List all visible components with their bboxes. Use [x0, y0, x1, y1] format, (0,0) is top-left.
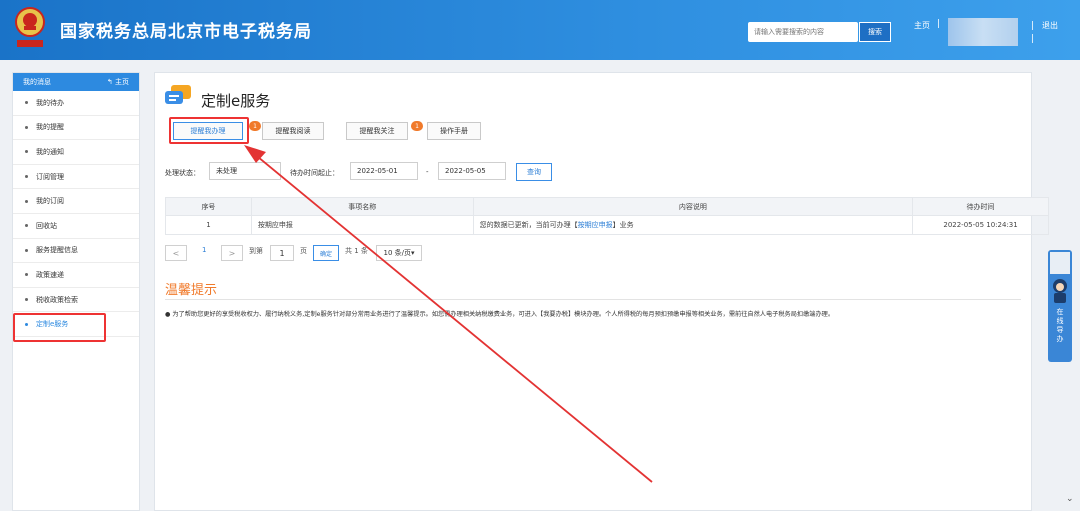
col-header-index: 序号: [165, 197, 252, 216]
home-link[interactable]: 主页: [914, 20, 930, 31]
table-header-row: 序号 事项名称 内容说明 待办时间: [165, 197, 1049, 216]
sidebar: 我的消息 ↰ 主页 我的待办 我的提醒 我的通知 订阅管理 我的订阅 回收站 服…: [12, 72, 140, 511]
tab-user-manual[interactable]: 操作手册: [427, 122, 481, 140]
row-time: 2022-05-05 10:24:31: [912, 215, 1049, 235]
date-dash: -: [426, 168, 429, 176]
col-header-name: 事项名称: [250, 197, 474, 216]
bullet-icon: [25, 273, 28, 277]
page-title: 定制e服务: [201, 92, 271, 110]
online-guide-label: 在线导办: [1056, 308, 1064, 343]
prev-page-button[interactable]: <: [165, 245, 187, 261]
logout-link[interactable]: 退出: [1042, 20, 1058, 31]
row-desc-link[interactable]: 按期应申报: [578, 221, 613, 229]
bullet-icon: [25, 175, 28, 179]
row-index: 1: [165, 215, 252, 235]
user-name-redacted: [948, 18, 1018, 46]
page-size-select[interactable]: 10 条/页 ▾: [376, 245, 422, 261]
page-suffix: 页: [300, 247, 307, 255]
goto-confirm-button[interactable]: 确定: [313, 245, 339, 261]
annotation-highlight-box: [169, 117, 249, 144]
current-page[interactable]: 1: [202, 246, 206, 254]
tab-remind-me-read[interactable]: 提醒我阅读: [262, 122, 324, 140]
online-guide-widget[interactable]: 在线导办: [1048, 250, 1072, 362]
site-title: 国家税务总局北京市电子税务局: [60, 22, 312, 42]
annotation-highlight-box: [13, 313, 106, 342]
main-panel: 定制e服务 提醒我办理 1 提醒我阅读 提醒我关注 1 操作手册 处理状态： 未…: [154, 72, 1049, 511]
row-desc: 您的数据已更新，当前可办理【按期应申报】业务: [472, 215, 914, 235]
tips-text: ● 为了帮助您更好的享受税收权力、履行纳税义务,定制e服务针对部分常用业务进行了…: [165, 311, 835, 318]
tab-badge: 1: [411, 121, 423, 131]
header-separator: |: [937, 19, 941, 29]
bullet-icon: [25, 125, 28, 129]
sidebar-item-policy-search[interactable]: 税收政策检索: [13, 288, 139, 313]
sidebar-home-link[interactable]: ↰ 主页: [107, 77, 129, 87]
sidebar-item-policy-express[interactable]: 政策速递: [13, 263, 139, 288]
sidebar-item-service-reminders[interactable]: 服务提醒信息: [13, 239, 139, 264]
status-select[interactable]: 未处理: [209, 162, 281, 180]
tax-emblem-logo: [15, 7, 45, 47]
divider: [165, 299, 1021, 300]
sidebar-item-todo[interactable]: 我的待办: [13, 91, 139, 116]
tips-title: 温馨提示: [165, 283, 218, 298]
robot-icon: [1053, 279, 1067, 303]
sidebar-item-recycle-bin[interactable]: 回收站: [13, 214, 139, 239]
tab-remind-me-follow[interactable]: 提醒我关注: [346, 122, 408, 140]
chevron-down-icon: ▾: [410, 249, 415, 257]
sidebar-title: 我的消息: [23, 78, 51, 86]
back-arrow-icon: ↰: [106, 78, 113, 86]
sidebar-item-my-subscriptions[interactable]: 我的订阅: [13, 189, 139, 214]
col-header-time: 待办时间: [912, 197, 1049, 216]
search-input[interactable]: [748, 22, 858, 42]
scroll-down-icon[interactable]: ⌄: [1066, 494, 1074, 504]
bullet-icon: [25, 101, 28, 105]
total-count: 共 1 条: [345, 247, 368, 255]
row-name: 按期应申报: [250, 215, 474, 235]
search-button[interactable]: 搜索: [859, 22, 891, 42]
col-header-desc: 内容说明: [472, 197, 914, 216]
service-avatar-icon: [1050, 252, 1070, 274]
sidebar-item-reminders[interactable]: 我的提醒: [13, 116, 139, 141]
query-button[interactable]: 查询: [516, 163, 552, 181]
date-to-input[interactable]: 2022-05-05: [438, 162, 506, 180]
sidebar-header: 我的消息 ↰ 主页: [13, 73, 139, 91]
chat-bubble-icon: [165, 85, 191, 104]
sidebar-item-subscription-mgmt[interactable]: 订阅管理: [13, 165, 139, 190]
goto-page-input[interactable]: 1: [270, 245, 294, 261]
date-from-input[interactable]: 2022-05-01: [350, 162, 418, 180]
bullet-icon: [25, 298, 28, 302]
top-header: 国家税务总局北京市电子税务局 搜索 主页 | || 退出: [0, 0, 1080, 60]
tab-badge: 1: [249, 121, 261, 131]
bullet-icon: [25, 199, 28, 203]
header-separator: | |: [1031, 21, 1035, 44]
bullet-icon: [25, 248, 28, 252]
next-page-button[interactable]: >: [221, 245, 243, 261]
todo-table: 序号 事项名称 内容说明 待办时间 1 按期应申报 您的数据已更新，当前可办理【…: [165, 197, 1049, 235]
sidebar-item-notices[interactable]: 我的通知: [13, 140, 139, 165]
status-label: 处理状态：: [165, 169, 200, 177]
date-range-label: 待办时间起止：: [290, 169, 339, 177]
goto-label: 到第: [249, 247, 263, 255]
bullet-icon: [25, 224, 28, 228]
table-row[interactable]: 1 按期应申报 您的数据已更新，当前可办理【按期应申报】业务 2022-05-0…: [165, 215, 1049, 235]
bullet-icon: [25, 150, 28, 154]
